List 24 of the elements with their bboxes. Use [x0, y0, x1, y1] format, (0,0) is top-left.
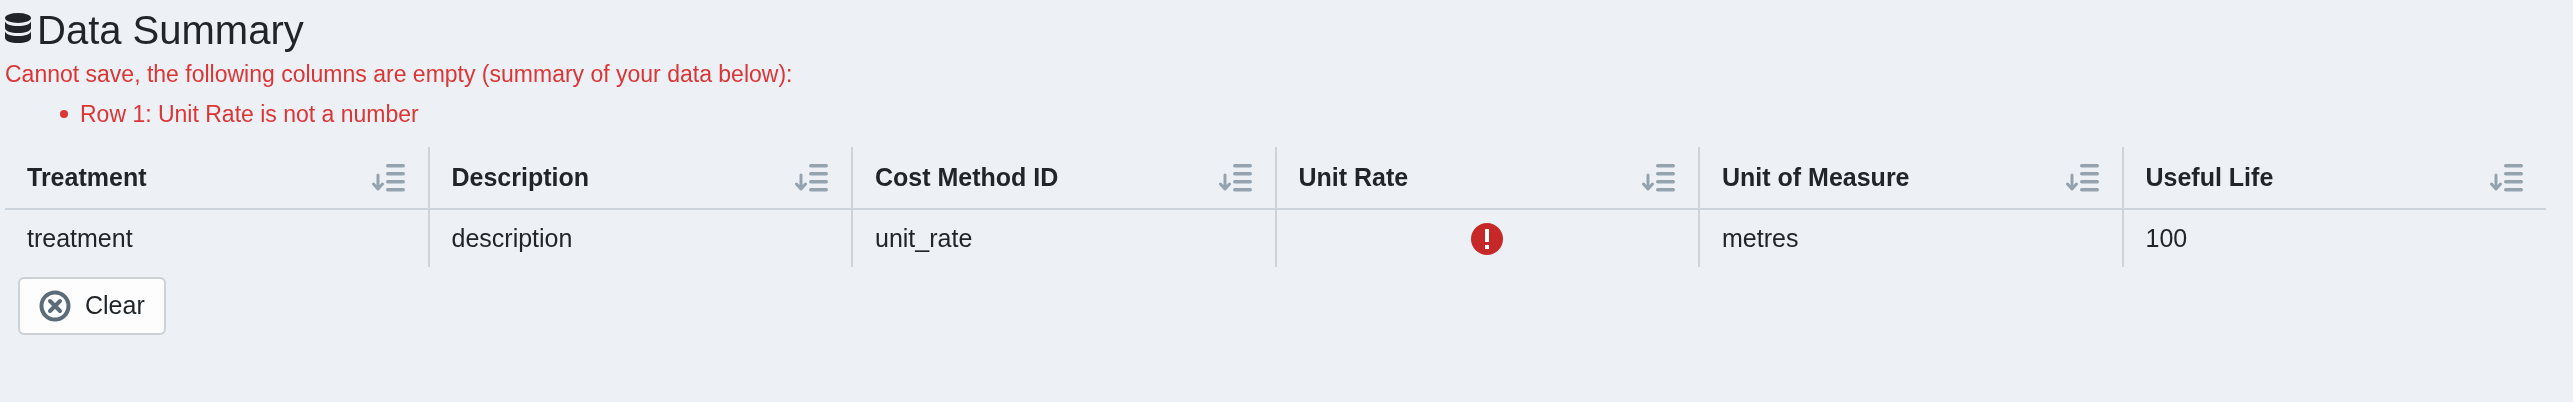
page-title: Data Summary: [37, 7, 304, 54]
sort-icon[interactable]: [1642, 162, 1676, 193]
column-header[interactable]: Treatment: [27, 158, 147, 197]
column-header[interactable]: Cost Method ID: [875, 158, 1059, 197]
column-header[interactable]: Description: [451, 158, 590, 197]
sort-icon[interactable]: [2490, 162, 2524, 193]
column-header[interactable]: Useful Life: [2145, 158, 2274, 197]
error-icon: [1471, 222, 1504, 255]
sort-icon[interactable]: [1218, 162, 1253, 193]
sort-icon[interactable]: [795, 162, 829, 193]
table-cell: 100: [2145, 223, 2188, 252]
table-cell: treatment: [27, 223, 133, 252]
table-cell: metres: [1722, 223, 1799, 252]
column-header[interactable]: Unit Rate: [1298, 158, 1409, 197]
bullet-icon: [60, 110, 68, 118]
close-icon: [39, 290, 71, 322]
clear-button[interactable]: Clear: [18, 277, 166, 335]
table-cell: description: [451, 223, 573, 252]
sort-icon[interactable]: [2065, 162, 2100, 193]
table-cell: unit_rate: [875, 223, 973, 252]
error-item: Row 1: Unit Rate is not a number: [80, 100, 419, 129]
column-header[interactable]: Unit of Measure: [1722, 158, 1910, 197]
error-message: Cannot save, the following columns are empty (summary of your data below):: [5, 60, 794, 89]
sort-icon[interactable]: [371, 162, 406, 193]
